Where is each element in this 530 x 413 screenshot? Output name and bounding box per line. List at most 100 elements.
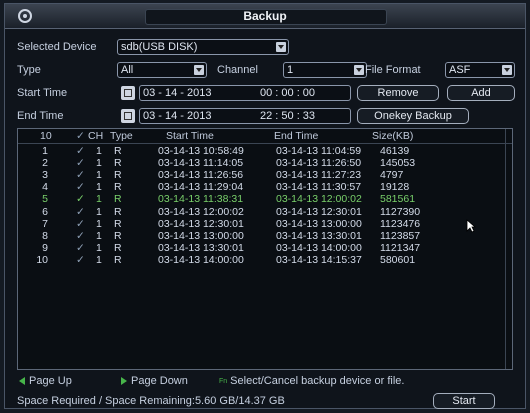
row-size: 19128	[380, 181, 410, 194]
start-button[interactable]: Start	[433, 393, 495, 409]
header-ch: CH	[88, 130, 104, 142]
row-channel: 1	[96, 181, 102, 194]
file-format-label: File Format	[365, 64, 421, 76]
page-up-hint[interactable]: Page Up	[19, 375, 72, 387]
table-row[interactable]: 5 ✓ 1 R 03-14-13 11:38:31 03-14-13 12:00:02 58…	[18, 193, 512, 206]
row-start-time: 03-14-13 14:00:00	[158, 253, 244, 266]
row-checkbox[interactable]: ✓	[76, 206, 85, 219]
row-checkbox[interactable]: ✓	[76, 230, 85, 243]
start-time-field[interactable]: 03 - 14 - 2013 00 : 00 : 00	[139, 85, 351, 101]
window-title: Backup	[243, 9, 287, 23]
list-header: 10 ✓ CH Type Start Time End Time Size(KB…	[18, 129, 512, 144]
row-start-time: 03-14-13 11:29:04	[158, 181, 244, 194]
table-row[interactable]: 4 ✓ 1 R 03-14-13 11:29:04 03-14-13 11:30:57 19…	[18, 181, 512, 194]
row-end-time: 03-14-13 12:00:02	[276, 193, 362, 206]
row-channel: 1	[96, 193, 102, 206]
header-type: Type	[110, 130, 133, 142]
type-value: All	[121, 64, 134, 76]
header-start-time: Start Time	[166, 130, 214, 142]
row-checkbox[interactable]: ✓	[76, 157, 85, 170]
row-channel: 1	[96, 241, 102, 254]
row-size: 580601	[380, 253, 416, 266]
header-end-time: End Time	[274, 130, 319, 142]
row-number: 9	[42, 241, 48, 254]
row-number: 2	[42, 157, 48, 170]
row-end-time: 03-14-13 11:26:50	[276, 157, 362, 170]
table-row[interactable]: 2 ✓ 1 R 03-14-13 11:14:05 03-14-13 11:26:50 14…	[18, 157, 512, 170]
table-row[interactable]: 9 ✓ 1 R 03-14-13 13:30:01 03-14-13 14:00:00 11…	[18, 242, 512, 255]
chevron-down-icon	[194, 65, 204, 75]
table-row[interactable]: 6 ✓ 1 R 03-14-13 12:00:02 03-14-13 12:30:01 11…	[18, 206, 512, 219]
row-number: 1	[42, 145, 48, 157]
list-scrollbar[interactable]	[505, 129, 512, 369]
table-row[interactable]: 8 ✓ 1 R 03-14-13 13:00:00 03-14-13 13:30:01 11…	[18, 230, 512, 243]
backup-file-list[interactable]: 10 ✓ CH Type Start Time End Time Size(KB…	[17, 128, 513, 370]
start-date[interactable]: 03 - 14 - 2013	[143, 87, 212, 99]
row-number: 4	[42, 181, 48, 194]
row-number: 10	[36, 253, 48, 266]
row-end-time: 03-14-13 14:15:37	[276, 253, 362, 266]
row-type: R	[114, 205, 122, 218]
select-all-checkbox[interactable]: ✓	[76, 130, 85, 143]
row-checkbox[interactable]: ✓	[76, 242, 85, 255]
row-start-time: 03-14-13 11:14:05	[158, 157, 244, 170]
fn-hint: Fn Select/Cancel backup device or file.	[219, 375, 404, 387]
row-type: R	[114, 217, 122, 230]
row-end-time: 03-14-13 14:00:00	[276, 241, 362, 254]
row-size: 1123857	[380, 229, 421, 242]
channel-select[interactable]: 1	[283, 62, 367, 78]
row-checkbox[interactable]: ✓	[76, 169, 85, 182]
onekey-backup-button[interactable]: Onekey Backup	[357, 108, 469, 124]
row-start-time: 03-14-13 12:30:01	[158, 217, 244, 230]
row-start-time: 03-14-13 11:38:31	[158, 193, 244, 206]
row-channel: 1	[96, 253, 102, 266]
row-channel: 1	[96, 229, 102, 242]
start-clock[interactable]: 00 : 00 : 00	[260, 86, 315, 100]
row-number: 6	[42, 205, 48, 218]
selected-device-label: Selected Device	[17, 41, 97, 53]
row-checkbox[interactable]: ✓	[76, 193, 85, 206]
row-number: 8	[42, 229, 48, 242]
table-row[interactable]: 1 ✓ 1 R 03-14-13 10:58:49 03-14-13 11:04:59 46…	[18, 145, 512, 158]
selected-device-select[interactable]: sdb(USB DISK)	[117, 39, 289, 55]
row-number: 7	[42, 217, 48, 230]
page-up-icon	[19, 377, 25, 386]
row-size: 1123476	[380, 217, 421, 230]
channel-value: 1	[287, 64, 294, 76]
row-checkbox[interactable]: ✓	[76, 218, 85, 231]
type-select[interactable]: All	[117, 62, 207, 78]
chevron-down-icon	[276, 42, 286, 52]
end-time-label: End Time	[17, 110, 64, 122]
page-down-hint[interactable]: Page Down	[121, 375, 188, 387]
calendar-icon[interactable]	[121, 109, 135, 123]
type-label: Type	[17, 64, 41, 76]
end-time-field[interactable]: 03 - 14 - 2013 22 : 50 : 33	[139, 108, 351, 124]
table-row[interactable]: 10 ✓ 1 R 03-14-13 14:00:00 03-14-13 14:15:37 5…	[18, 254, 512, 267]
end-date[interactable]: 03 - 14 - 2013	[143, 110, 212, 122]
row-checkbox[interactable]: ✓	[76, 145, 85, 158]
row-size: 145053	[380, 157, 416, 170]
table-row[interactable]: 3 ✓ 1 R 03-14-13 11:26:56 03-14-13 11:27:23 47…	[18, 169, 512, 182]
header-size: Size(KB)	[372, 130, 414, 142]
chevron-down-icon	[354, 65, 364, 75]
row-end-time: 03-14-13 11:30:57	[276, 181, 362, 194]
page-down-icon	[121, 377, 127, 386]
table-row[interactable]: 7 ✓ 1 R 03-14-13 12:30:01 03-14-13 13:00:00 11…	[18, 218, 512, 231]
add-button[interactable]: Add	[447, 85, 515, 101]
row-size: 4797	[380, 169, 404, 182]
row-checkbox[interactable]: ✓	[76, 181, 85, 194]
channel-label: Channel	[217, 64, 258, 76]
end-clock[interactable]: 22 : 50 : 33	[260, 109, 315, 123]
row-size: 46139	[380, 145, 410, 157]
header-count: 10	[40, 130, 52, 142]
row-type: R	[114, 157, 122, 170]
calendar-icon[interactable]	[121, 86, 135, 100]
page-down-label: Page Down	[131, 375, 188, 387]
row-size: 1121347	[380, 241, 421, 254]
row-type: R	[114, 253, 122, 266]
row-checkbox[interactable]: ✓	[76, 254, 85, 267]
remove-button[interactable]: Remove	[357, 85, 439, 101]
file-format-select[interactable]: ASF	[445, 62, 515, 78]
space-status: Space Required / Space Remaining:5.60 GB…	[17, 395, 285, 407]
fn-hint-text: Select/Cancel backup device or file.	[230, 375, 405, 387]
